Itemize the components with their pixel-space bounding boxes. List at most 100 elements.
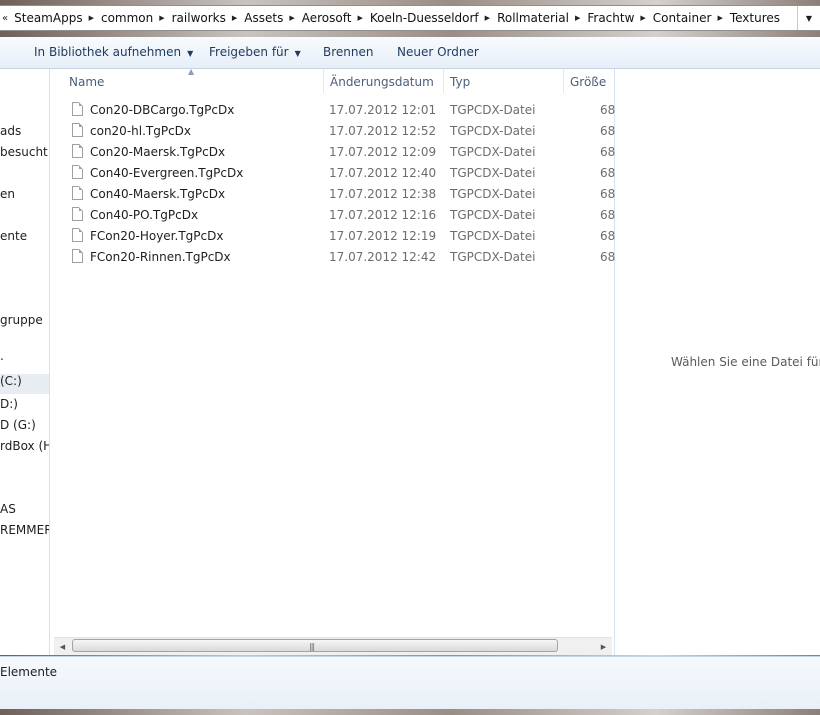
column-header-date-label: Änderungsdatum bbox=[330, 75, 434, 89]
nav-item-drive-c[interactable]: (C:) bbox=[0, 374, 49, 394]
chevron-down-icon: ▼ bbox=[294, 49, 301, 58]
scroll-left-button[interactable]: ◀ bbox=[54, 638, 71, 655]
file-icon bbox=[72, 207, 83, 221]
breadcrumb-item-assets[interactable]: Assets bbox=[242, 11, 287, 25]
table-row[interactable]: Con20-DBCargo.TgPcDx 17.07.2012 12:01 TG… bbox=[50, 100, 616, 121]
navigation-pane[interactable]: ads besucht en ente gruppe . (C:) D:) D … bbox=[0, 69, 50, 655]
chevron-right-icon[interactable]: ▶ bbox=[715, 14, 727, 22]
table-row[interactable]: Con20-Maersk.TgPcDx 17.07.2012 12:09 TGP… bbox=[50, 142, 616, 163]
breadcrumb-item-textures[interactable]: Textures bbox=[728, 11, 784, 25]
file-list[interactable]: ▲ Name Änderungsdatum Typ Größe Con20-DB… bbox=[50, 67, 616, 655]
file-type: TGPCDX-Datei bbox=[450, 229, 536, 243]
burn-button[interactable]: Brennen bbox=[323, 45, 373, 59]
file-icon bbox=[72, 228, 83, 242]
address-bar[interactable]: « SteamApps ▶ common ▶ railworks ▶ Asset… bbox=[0, 5, 820, 31]
file-size: 68 bbox=[600, 166, 616, 180]
nav-item-computer[interactable]: . bbox=[0, 349, 4, 363]
nav-item-homegroup[interactable]: gruppe bbox=[0, 313, 43, 327]
file-icon bbox=[72, 186, 83, 200]
nav-item-documents[interactable]: ente bbox=[0, 229, 27, 243]
file-size: 68 bbox=[600, 250, 616, 264]
file-name: Con40-Evergreen.TgPcDx bbox=[90, 166, 244, 180]
nav-item-network-remmer[interactable]: REMMER bbox=[0, 523, 49, 537]
preview-message: Wählen Sie eine Datei für die bbox=[671, 355, 820, 369]
chevron-down-icon: ▼ bbox=[805, 13, 813, 23]
file-size: 68 bbox=[600, 208, 616, 222]
file-date: 17.07.2012 12:42 bbox=[329, 250, 437, 264]
file-size: 68 bbox=[600, 103, 616, 117]
include-in-library-label: In Bibliothek aufnehmen bbox=[34, 45, 182, 59]
new-folder-button[interactable]: Neuer Ordner bbox=[397, 45, 479, 59]
command-bar: In Bibliothek aufnehmen ▼ Freigeben für ▼ … bbox=[0, 37, 820, 69]
column-header-date[interactable]: Änderungsdatum bbox=[324, 69, 443, 95]
file-size: 68 bbox=[600, 229, 616, 243]
include-in-library-button[interactable]: In Bibliothek aufnehmen ▼ bbox=[34, 45, 193, 59]
column-header-size-label: Größe bbox=[570, 75, 607, 89]
file-size: 68 bbox=[600, 145, 616, 159]
chevron-right-icon[interactable]: ▶ bbox=[355, 14, 367, 22]
table-row[interactable]: Con40-Maersk.TgPcDx 17.07.2012 12:38 TGP… bbox=[50, 184, 616, 205]
breadcrumb-item-container[interactable]: Container bbox=[651, 11, 716, 25]
chevron-right-icon[interactable]: ▶ bbox=[638, 14, 650, 22]
horizontal-scrollbar[interactable]: ◀ ||| ▶ bbox=[54, 637, 612, 655]
file-date: 17.07.2012 12:40 bbox=[329, 166, 437, 180]
file-type: TGPCDX-Datei bbox=[450, 166, 536, 180]
details-pane: Elemente bbox=[0, 656, 820, 709]
table-row[interactable]: Con40-PO.TgPcDx 17.07.2012 12:16 TGPCDX-… bbox=[50, 205, 616, 226]
breadcrumb: « SteamApps ▶ common ▶ railworks ▶ Asset… bbox=[0, 6, 797, 30]
chevron-right-icon[interactable]: ▶ bbox=[483, 14, 495, 22]
scroll-right-button[interactable]: ▶ bbox=[595, 638, 612, 655]
file-icon bbox=[72, 144, 83, 158]
chevron-right-icon[interactable]: ▶ bbox=[287, 14, 299, 22]
breadcrumb-item-common[interactable]: common bbox=[99, 11, 157, 25]
file-date: 17.07.2012 12:52 bbox=[329, 124, 437, 138]
scrollbar-thumb[interactable]: ||| bbox=[72, 639, 558, 652]
column-header-size[interactable]: Größe bbox=[564, 69, 614, 95]
breadcrumb-item-steamapps[interactable]: SteamApps bbox=[12, 11, 86, 25]
nav-item-downloads[interactable]: ads bbox=[0, 124, 21, 138]
file-date: 17.07.2012 12:38 bbox=[329, 187, 437, 201]
address-history-button[interactable]: ▼ bbox=[797, 6, 820, 30]
column-header-name[interactable]: Name bbox=[50, 69, 323, 95]
chevron-right-icon[interactable]: ▶ bbox=[573, 14, 585, 22]
share-with-button[interactable]: Freigeben für ▼ bbox=[209, 45, 301, 59]
arrow-right-icon: ▶ bbox=[600, 642, 607, 651]
file-type: TGPCDX-Datei bbox=[450, 187, 536, 201]
breadcrumb-item-aerosoft[interactable]: Aerosoft bbox=[300, 11, 356, 25]
breadcrumb-item-railworks[interactable]: railworks bbox=[170, 11, 230, 25]
file-date: 17.07.2012 12:16 bbox=[329, 208, 437, 222]
file-name: Con40-PO.TgPcDx bbox=[90, 208, 199, 222]
nav-item-libraries[interactable]: en bbox=[0, 187, 15, 201]
file-icon bbox=[72, 123, 83, 137]
file-name: Con20-DBCargo.TgPcDx bbox=[90, 103, 235, 117]
preview-pane: Wählen Sie eine Datei für die bbox=[615, 69, 820, 655]
chevron-right-icon[interactable]: ▶ bbox=[230, 14, 242, 22]
file-icon bbox=[72, 249, 83, 263]
column-header-type-label: Typ bbox=[450, 75, 471, 89]
file-type: TGPCDX-Datei bbox=[450, 250, 536, 264]
nav-item-recent-places[interactable]: besucht bbox=[0, 145, 48, 159]
table-row[interactable]: FCon20-Rinnen.TgPcDx 17.07.2012 12:42 TG… bbox=[50, 247, 616, 268]
breadcrumb-item-koeln-duesseldorf[interactable]: Koeln-Duesseldorf bbox=[368, 11, 483, 25]
breadcrumb-item-rollmaterial[interactable]: Rollmaterial bbox=[495, 11, 573, 25]
table-row[interactable]: con20-hl.TgPcDx 17.07.2012 12:52 TGPCDX-… bbox=[50, 121, 615, 142]
file-date: 17.07.2012 12:09 bbox=[329, 145, 437, 159]
table-row[interactable]: FCon20-Hoyer.TgPcDx 17.07.2012 12:19 TGP… bbox=[50, 226, 616, 247]
chevron-right-icon[interactable]: ▶ bbox=[157, 14, 169, 22]
nav-item-network-as[interactable]: AS bbox=[0, 502, 16, 516]
file-name: FCon20-Hoyer.TgPcDx bbox=[90, 229, 224, 243]
breadcrumb-overflow-button[interactable]: « bbox=[0, 13, 12, 24]
file-size: 68 bbox=[600, 187, 616, 201]
item-count: Elemente bbox=[0, 665, 58, 679]
chevron-right-icon[interactable]: ▶ bbox=[87, 14, 99, 22]
grip-icon: ||| bbox=[309, 642, 315, 651]
nav-item-drive-g[interactable]: D (G:) bbox=[0, 418, 36, 432]
nav-item-drive-h[interactable]: rdBox (H bbox=[0, 439, 49, 453]
breadcrumb-item-frachtw[interactable]: Frachtw bbox=[585, 11, 638, 25]
column-header-type[interactable]: Typ bbox=[444, 69, 563, 95]
table-row[interactable]: Con40-Evergreen.TgPcDx 17.07.2012 12:40 … bbox=[50, 163, 616, 184]
arrow-left-icon: ◀ bbox=[59, 642, 66, 651]
nav-item-drive-d[interactable]: D:) bbox=[0, 397, 18, 411]
file-type: TGPCDX-Datei bbox=[450, 124, 536, 138]
chevron-down-icon: ▼ bbox=[187, 49, 194, 58]
